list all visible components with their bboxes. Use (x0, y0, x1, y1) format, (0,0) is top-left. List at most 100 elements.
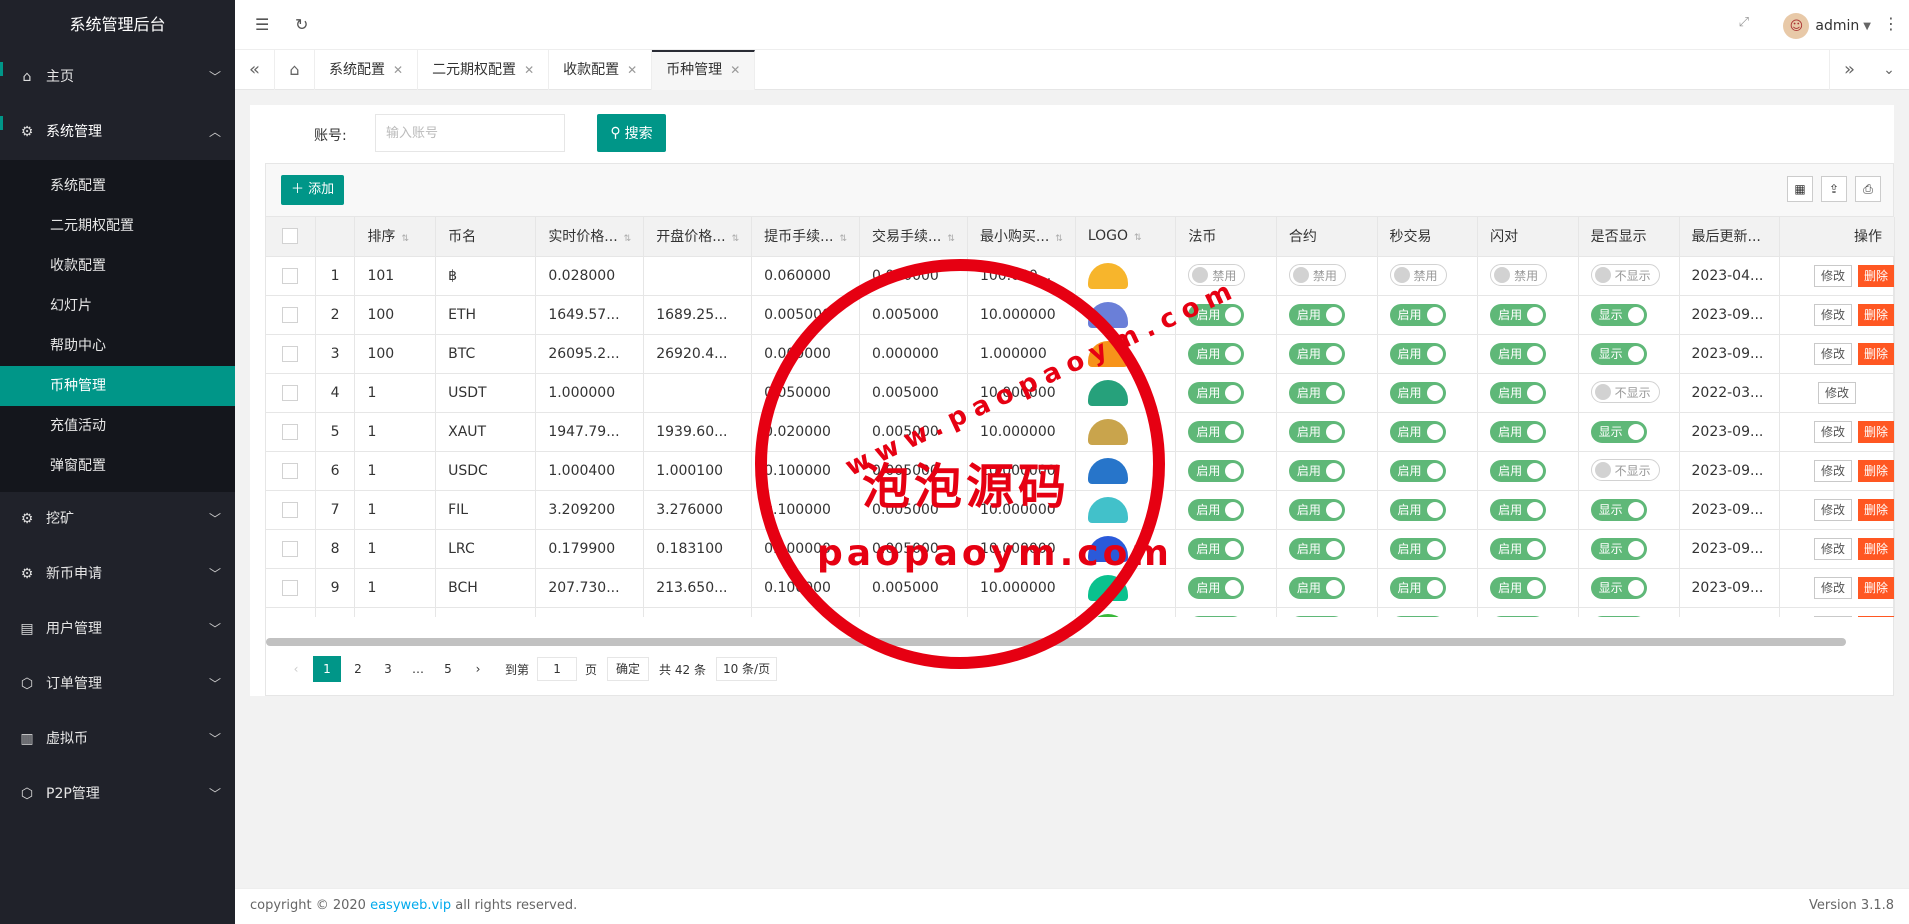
tab-scroll-right-icon[interactable]: » (1829, 50, 1869, 90)
tab-1[interactable]: 二元期权配置 ✕ (418, 50, 550, 90)
toggle-switch[interactable]: 启用 (1490, 420, 1547, 443)
user-menu[interactable]: ☺ admin ▼ (1783, 13, 1871, 39)
sidebar-item-6[interactable]: ▥ 虚拟币 ﹀ (0, 712, 235, 767)
print-icon[interactable]: ⎙ (1855, 176, 1881, 202)
edit-button[interactable]: 修改 (1817, 381, 1856, 404)
easyweb-link[interactable]: easyweb.vip (370, 898, 451, 913)
delete-button[interactable]: 删除 (1857, 498, 1894, 521)
goto-confirm-button[interactable]: 确定 (607, 657, 650, 681)
toggle-switch[interactable]: 启用 (1389, 381, 1446, 404)
page-size-select[interactable]: 10 条/页 (715, 657, 778, 681)
prev-page-icon[interactable]: ‹ (281, 656, 311, 682)
toggle-switch[interactable]: 启用 (1389, 342, 1446, 365)
toggle-switch[interactable]: 启用 (1389, 537, 1446, 560)
toggle-switch[interactable]: 启用 (1188, 342, 1245, 365)
toggle-switch[interactable]: 显示 (1590, 576, 1647, 599)
toggle-switch[interactable]: 启用 (1490, 303, 1547, 326)
column-header[interactable]: 交易手续... ⇅ (859, 217, 968, 257)
toggle-switch[interactable]: 禁用 (1288, 264, 1346, 286)
next-page-icon[interactable]: › (463, 656, 493, 682)
tab-0[interactable]: 系统配置 ✕ (315, 50, 419, 90)
toggle-switch[interactable]: 启用 (1188, 420, 1245, 443)
sidebar-subitem[interactable]: 系统配置 (0, 166, 235, 206)
delete-button[interactable]: 删除 (1857, 459, 1894, 482)
sidebar-subitem[interactable]: 弹窗配置 (0, 446, 235, 486)
delete-button[interactable]: 删除 (1857, 264, 1894, 287)
menu-toggle-icon[interactable]: ☰ (255, 15, 269, 34)
toggle-switch[interactable]: 启用 (1389, 498, 1446, 521)
column-header[interactable]: 秒交易 (1377, 217, 1479, 257)
edit-button[interactable]: 修改 (1813, 498, 1852, 521)
toggle-switch[interactable]: 禁用 (1389, 264, 1447, 286)
toggle-switch[interactable]: 启用 (1288, 615, 1345, 617)
sidebar-subitem[interactable]: 币种管理 (0, 366, 235, 406)
toggle-switch[interactable]: 启用 (1389, 615, 1446, 617)
sidebar-subitem[interactable]: 幻灯片 (0, 286, 235, 326)
sidebar-item-3[interactable]: ⚙ 新币申请 ﹀ (0, 547, 235, 602)
column-header[interactable]: 排序 ⇅ (354, 217, 437, 257)
toggle-switch[interactable]: 启用 (1188, 498, 1245, 521)
columns-filter-icon[interactable]: ▦ (1787, 176, 1813, 202)
page-number[interactable]: 3 (373, 656, 403, 682)
toggle-switch[interactable]: 启用 (1490, 498, 1547, 521)
toggle-switch[interactable]: 不显示 (1590, 264, 1660, 286)
fullscreen-icon[interactable]: ⤢ (1739, 15, 1749, 30)
toggle-switch[interactable]: 启用 (1188, 576, 1245, 599)
edit-button[interactable]: 修改 (1813, 459, 1852, 482)
row-checkbox[interactable] (282, 423, 299, 440)
toggle-switch[interactable]: 禁用 (1490, 264, 1548, 286)
horizontal-scrollbar[interactable] (266, 638, 1846, 646)
toggle-switch[interactable]: 显示 (1590, 303, 1647, 326)
row-checkbox[interactable] (282, 501, 299, 518)
toggle-switch[interactable]: 启用 (1188, 459, 1245, 482)
column-header[interactable]: 是否显示 (1578, 217, 1680, 257)
sidebar-subitem[interactable]: 收款配置 (0, 246, 235, 286)
close-icon[interactable]: ✕ (524, 63, 534, 77)
sidebar-item-1[interactable]: ⚙ 系统管理 ︿ (0, 105, 235, 160)
column-header[interactable]: 合约 (1276, 217, 1378, 257)
column-header[interactable]: 最后更新... (1679, 217, 1781, 257)
toggle-switch[interactable]: 启用 (1389, 576, 1446, 599)
more-icon[interactable]: ⋮ (1883, 14, 1899, 33)
column-header[interactable]: 提币手续... ⇅ (751, 217, 861, 257)
toggle-switch[interactable]: 启用 (1188, 303, 1245, 326)
toggle-switch[interactable]: 启用 (1288, 576, 1345, 599)
toggle-switch[interactable]: 显示 (1590, 498, 1647, 521)
sidebar-subitem[interactable]: 二元期权配置 (0, 206, 235, 246)
sidebar-item-2[interactable]: ⚙ 挖矿 ﹀ (0, 492, 235, 547)
toggle-switch[interactable]: 启用 (1490, 342, 1547, 365)
edit-button[interactable]: 修改 (1813, 342, 1852, 365)
sort-icon[interactable]: ⇅ (947, 234, 955, 244)
toggle-switch[interactable]: 启用 (1490, 459, 1547, 482)
tab-menu-chevron-icon[interactable]: ⌄ (1869, 50, 1909, 90)
column-header[interactable]: 开盘价格... ⇅ (643, 217, 753, 257)
close-icon[interactable]: ✕ (393, 63, 403, 77)
sidebar-item-0[interactable]: ⌂ 主页 ﹀ (0, 50, 235, 105)
row-checkbox[interactable] (282, 540, 299, 557)
edit-button[interactable]: 修改 (1813, 537, 1852, 560)
toggle-switch[interactable]: 不显示 (1590, 459, 1660, 481)
toggle-switch[interactable]: 启用 (1389, 303, 1446, 326)
close-icon[interactable]: ✕ (627, 63, 637, 77)
row-checkbox[interactable] (282, 579, 299, 596)
toggle-switch[interactable]: 显示 (1590, 537, 1647, 560)
edit-button[interactable]: 修改 (1813, 264, 1852, 287)
sort-icon[interactable]: ⇅ (839, 234, 847, 244)
goto-page-input[interactable]: 1 (537, 657, 578, 681)
sort-icon[interactable]: ⇅ (1055, 234, 1063, 244)
row-checkbox[interactable] (282, 267, 299, 284)
account-input[interactable] (375, 114, 565, 152)
page-number[interactable]: 5 (433, 656, 463, 682)
toggle-switch[interactable]: 启用 (1288, 381, 1345, 404)
row-checkbox[interactable] (282, 345, 299, 362)
page-number[interactable]: 2 (343, 656, 373, 682)
toggle-switch[interactable]: 启用 (1490, 576, 1547, 599)
toggle-switch[interactable]: 启用 (1288, 420, 1345, 443)
toggle-switch[interactable]: 不显示 (1590, 381, 1660, 403)
tab-2[interactable]: 收款配置 ✕ (549, 50, 653, 90)
export-icon[interactable]: ⇪ (1821, 176, 1847, 202)
column-header[interactable]: 最小购买... ⇅ (967, 217, 1076, 257)
toggle-switch[interactable]: 禁用 (1188, 264, 1246, 286)
column-header[interactable]: 币名 (435, 217, 537, 257)
select-all-checkbox[interactable] (282, 228, 299, 245)
